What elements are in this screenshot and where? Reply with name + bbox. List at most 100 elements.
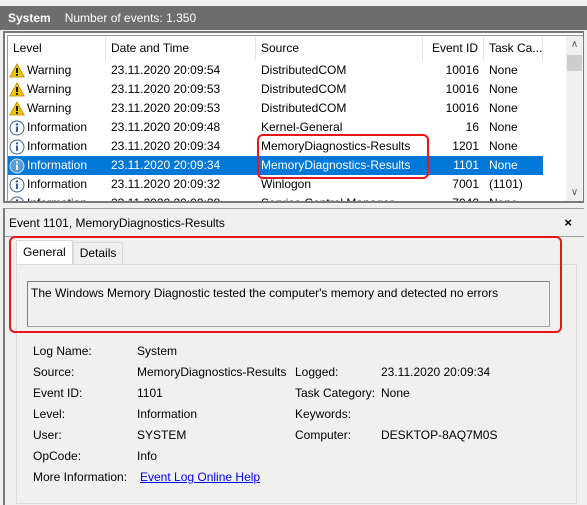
event-id-cell: 16: [465, 120, 479, 134]
info-icon: [9, 120, 25, 136]
event-rows: Warning 23.11.2020 20:09:54 DistributedCOM…: [8, 61, 543, 203]
date-cell: 23.11.2020 20:09:28: [111, 196, 221, 203]
column-header-source[interactable]: Source: [256, 36, 423, 61]
tab-details[interactable]: Details: [72, 242, 124, 264]
source-label: Source:: [33, 365, 75, 379]
level-text: Information: [27, 196, 88, 203]
task-category-cell: None: [489, 120, 518, 134]
warning-icon: [9, 101, 25, 116]
event-id-cell: 7040: [452, 196, 479, 203]
column-header-date[interactable]: Date and Time: [106, 36, 256, 61]
level-cell: Information: [8, 156, 106, 175]
tab-general[interactable]: General: [16, 240, 73, 264]
source-cell: Service Control Manager: [261, 196, 394, 203]
event-detail-pane: Event 1101, MemoryDiagnostics-Results × …: [3, 208, 584, 505]
column-header-level[interactable]: Level: [8, 36, 106, 61]
level-cell: Warning: [8, 80, 106, 99]
log-name-value: System: [137, 344, 178, 358]
source-cell: Winlogon: [261, 177, 312, 191]
event-id-cell: 10016: [445, 101, 479, 115]
log-name: System: [8, 11, 51, 25]
source-cell: DistributedCOM: [261, 63, 347, 77]
warning-icon: [9, 82, 25, 97]
date-cell: 23.11.2020 20:09:53: [111, 101, 221, 115]
event-list-scrollbar[interactable]: ∧ ∨: [566, 36, 583, 201]
close-icon[interactable]: ×: [564, 213, 572, 233]
level-cell: Warning: [8, 61, 106, 80]
event-count: Number of events: 1.350: [64, 11, 197, 25]
event-id-cell: 10016: [445, 63, 479, 77]
date-cell: 23.11.2020 20:09:54: [111, 63, 221, 77]
info-icon: [9, 196, 25, 201]
event-row[interactable]: Information 23.11.2020 20:09:28 Service Co…: [8, 194, 543, 203]
general-tab-panel: The Windows Memory Diagnostic tested the…: [16, 264, 577, 504]
event-detail-title: Event 1101, MemoryDiagnostics-Results: [9, 216, 225, 230]
event-id-cell: 1101: [453, 158, 479, 172]
scroll-down-icon[interactable]: ∨: [566, 184, 583, 201]
event-id-cell: 10016: [445, 82, 479, 96]
column-header-event-id[interactable]: Event ID: [423, 36, 484, 61]
date-cell: 23.11.2020 20:09:34: [111, 158, 221, 172]
info-icon: [9, 139, 25, 155]
level-text: Warning: [27, 101, 72, 115]
task-category-cell: None: [489, 82, 518, 96]
event-row[interactable]: Information 23.11.2020 20:09:34 MemoryDiag…: [8, 137, 543, 156]
event-detail-header: Event 1101, MemoryDiagnostics-Results ×: [9, 213, 584, 233]
date-cell: 23.11.2020 20:09:34: [111, 139, 221, 153]
log-name-label: Log Name:: [33, 344, 92, 358]
computer-value: DESKTOP-8AQ7M0S: [381, 428, 498, 442]
scroll-thumb[interactable]: [567, 55, 582, 71]
user-value: SYSTEM: [137, 428, 187, 442]
level-text: Warning: [27, 63, 72, 77]
level-text: Warning: [27, 82, 72, 96]
task-category-cell: None: [489, 139, 518, 153]
log-title-bar: System Number of events: 1.350: [0, 6, 587, 30]
level-cell: Information: [8, 175, 106, 194]
event-row[interactable]: Warning 23.11.2020 20:09:53 DistributedCOM…: [8, 80, 543, 99]
task-category-cell: (1101): [489, 177, 523, 191]
info-icon: [9, 177, 25, 193]
source-cell: DistributedCOM: [261, 82, 347, 96]
event-list-header: Level Date and Time Source Event ID Task…: [8, 36, 543, 61]
event-id-cell: 1201: [452, 139, 479, 153]
detail-tabs: General Details: [16, 240, 124, 264]
event-row[interactable]: Warning 23.11.2020 20:09:54 DistributedCOM…: [8, 61, 543, 80]
event-row[interactable]: Information 23.11.2020 20:09:32 Winlogon 70…: [8, 175, 543, 194]
more-info-label: More Information:: [33, 470, 128, 484]
event-row[interactable]: Warning 23.11.2020 20:09:53 DistributedCOM…: [8, 99, 543, 118]
column-header-task-category[interactable]: Task Ca...: [484, 36, 543, 61]
level-text: Information: [27, 177, 88, 191]
level-cell: Information: [8, 118, 106, 137]
level-text: Information: [27, 120, 88, 134]
divider: [5, 236, 584, 237]
task-category-cell: None: [489, 63, 518, 77]
event-row[interactable]: Information 23.11.2020 20:09:48 Kernel-Gen…: [8, 118, 543, 137]
level-text: Information: [27, 139, 88, 153]
computer-label: Computer:: [295, 428, 352, 442]
task-category-cell: None: [489, 101, 518, 115]
level-label: Level:: [33, 407, 66, 421]
warning-icon: [9, 63, 25, 78]
source-cell: DistributedCOM: [261, 101, 347, 115]
event-list: Level Date and Time Source Event ID Task…: [3, 31, 584, 203]
source-value: MemoryDiagnostics-Results: [137, 365, 287, 379]
keywords-label: Keywords:: [295, 407, 352, 421]
date-cell: 23.11.2020 20:09:53: [111, 82, 221, 96]
info-icon: [9, 158, 25, 174]
level-cell: Information: [8, 137, 106, 156]
logged-value: 23.11.2020 20:09:34: [381, 365, 491, 379]
opcode-value: Info: [137, 449, 158, 463]
level-cell: Warning: [8, 99, 106, 118]
level-cell: Information: [8, 194, 106, 203]
source-cell: Kernel-General: [261, 120, 343, 134]
opcode-label: OpCode:: [33, 449, 82, 463]
date-cell: 23.11.2020 20:09:48: [111, 120, 221, 134]
scroll-up-icon[interactable]: ∧: [566, 36, 583, 53]
event-row[interactable]: Information 23.11.2020 20:09:34 MemoryDiag…: [8, 156, 543, 175]
date-cell: 23.11.2020 20:09:32: [111, 177, 221, 191]
event-message[interactable]: The Windows Memory Diagnostic tested the…: [27, 281, 550, 327]
event-id-label: Event ID:: [33, 386, 83, 400]
source-cell: MemoryDiagnostics-Results: [261, 158, 411, 172]
level-value: Information: [137, 407, 198, 421]
event-log-online-help-link[interactable]: Event Log Online Help: [140, 467, 260, 487]
